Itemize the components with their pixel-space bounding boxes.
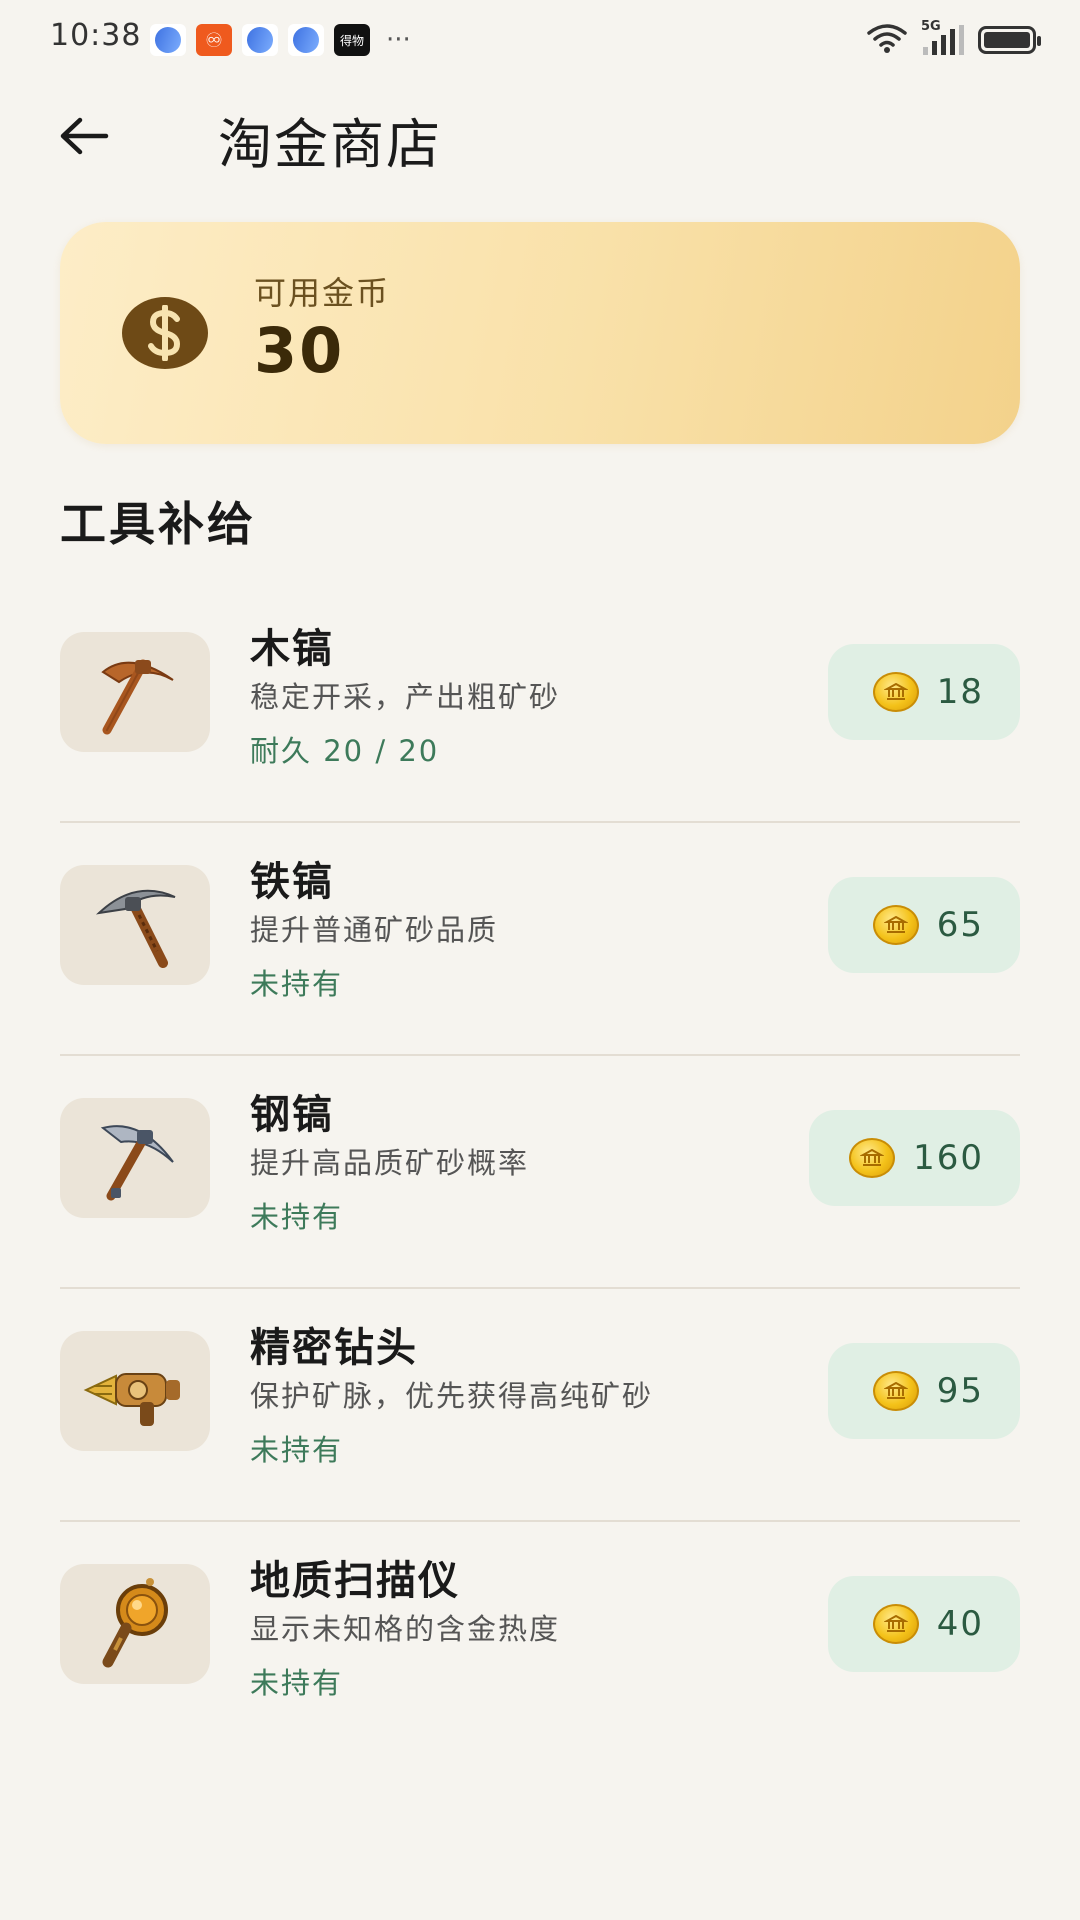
status-time: 10:38 <box>50 18 142 53</box>
item-name: 木镐 <box>250 626 334 672</box>
section-title: 工具补给 <box>60 497 256 551</box>
buy-button[interactable]: 18 <box>828 644 1020 740</box>
status-bar: 10:38 ♾ 得物 ··· 5G <box>0 0 1080 80</box>
iron-pickaxe-icon <box>60 865 210 985</box>
more-notifications-icon: ··· <box>386 25 411 55</box>
price-value: 18 <box>936 672 984 712</box>
list-item: 精密钻头 保护矿脉，优先获得高纯矿砂 未持有 95 <box>60 1289 1020 1522</box>
item-description: 稳定开采，产出粗矿砂 <box>250 680 561 714</box>
app-notification-icon: ♾ <box>196 24 232 56</box>
coin-balance-card: 可用金币 30 <box>60 222 1020 444</box>
item-status: 未持有 <box>250 967 344 1001</box>
dewu-notification-icon: 得物 <box>334 24 370 56</box>
wifi-icon <box>865 22 909 58</box>
notification-icons: ♾ 得物 ··· <box>150 24 411 56</box>
battery-icon <box>978 26 1041 54</box>
back-button[interactable] <box>52 104 116 168</box>
arrow-left-icon <box>60 117 109 155</box>
item-name: 地质扫描仪 <box>250 1558 460 1604</box>
browser-notification-icon <box>150 24 186 56</box>
item-description: 显示未知格的含金热度 <box>250 1612 561 1646</box>
list-item: 地质扫描仪 显示未知格的含金热度 未持有 40 <box>60 1522 1020 1755</box>
item-status: 未持有 <box>250 1433 344 1467</box>
item-name: 精密钻头 <box>250 1325 418 1371</box>
item-description: 提升普通矿砂品质 <box>250 913 499 947</box>
signal-icon: 5G <box>921 19 964 55</box>
buy-button[interactable]: 40 <box>828 1576 1020 1672</box>
header: 淘金商店 <box>0 90 1080 180</box>
item-status: 未持有 <box>250 1200 344 1234</box>
coin-balance-value: 30 <box>254 314 345 387</box>
gold-coin-icon <box>872 905 919 945</box>
item-name: 钢镐 <box>250 1092 334 1138</box>
precision-drill-icon <box>60 1331 210 1451</box>
buy-button[interactable]: 65 <box>828 877 1020 973</box>
wooden-pickaxe-icon <box>60 632 210 752</box>
coin-balance-label: 可用金币 <box>254 274 391 312</box>
browser-notification-icon <box>242 24 278 56</box>
steel-pickaxe-icon <box>60 1098 210 1218</box>
list-item: 钢镐 提升高品质矿砂概率 未持有 160 <box>60 1056 1020 1289</box>
gold-coin-icon <box>872 672 919 712</box>
item-description: 提升高品质矿砂概率 <box>250 1146 530 1180</box>
item-name: 铁镐 <box>250 859 334 905</box>
gold-coin-icon <box>872 1604 919 1644</box>
dollar-coin-icon <box>122 297 208 369</box>
item-status: 耐久 20 / 20 <box>250 734 440 768</box>
tool-list: 木镐 稳定开采，产出粗矿砂 耐久 20 / 20 18 铁镐 提升普通矿砂品质 … <box>60 590 1020 1755</box>
status-indicators: 5G <box>865 19 1041 58</box>
item-description: 保护矿脉，优先获得高纯矿砂 <box>250 1379 654 1413</box>
list-item: 铁镐 提升普通矿砂品质 未持有 65 <box>60 823 1020 1056</box>
list-item: 木镐 稳定开采，产出粗矿砂 耐久 20 / 20 18 <box>60 590 1020 823</box>
price-value: 65 <box>936 905 984 945</box>
network-type-label: 5G <box>921 19 941 34</box>
price-value: 40 <box>936 1604 984 1644</box>
price-value: 95 <box>936 1371 984 1411</box>
item-status: 未持有 <box>250 1666 344 1700</box>
buy-button[interactable]: 160 <box>809 1110 1020 1206</box>
gold-coin-icon <box>849 1138 896 1178</box>
price-value: 160 <box>913 1138 984 1178</box>
buy-button[interactable]: 95 <box>828 1343 1020 1439</box>
geo-scanner-icon <box>60 1564 210 1684</box>
page-title: 淘金商店 <box>218 113 442 176</box>
browser-notification-icon <box>288 24 324 56</box>
gold-coin-icon <box>872 1371 919 1411</box>
